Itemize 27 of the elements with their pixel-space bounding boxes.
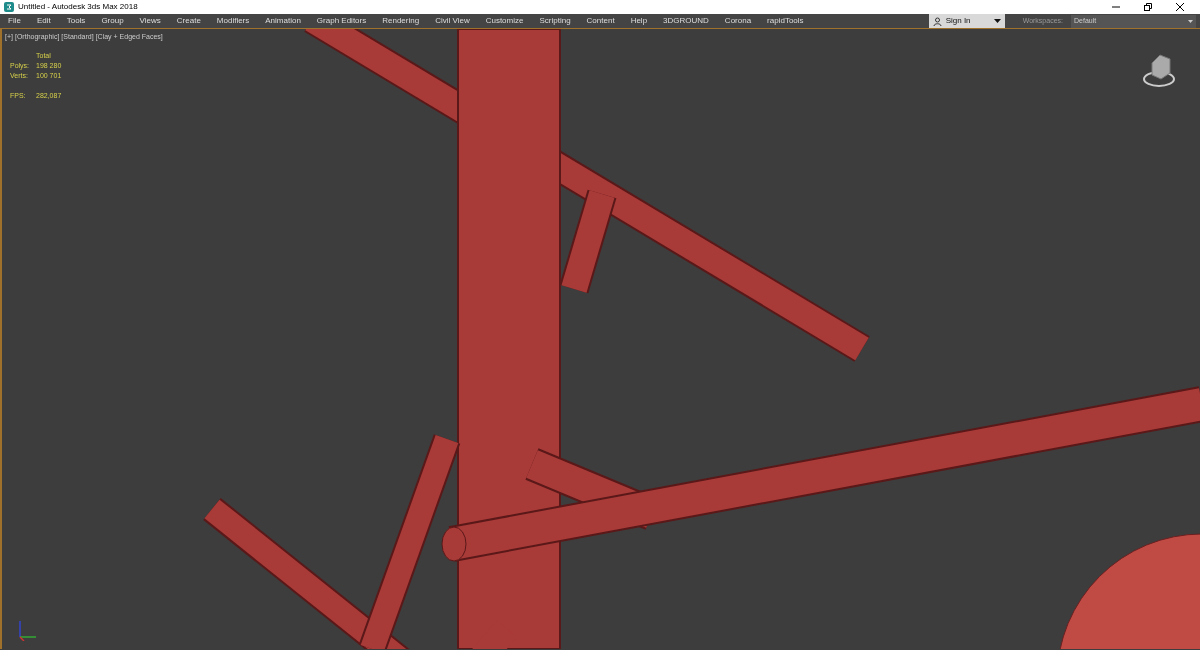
menu-item[interactable]: Animation bbox=[257, 14, 309, 28]
menu-item[interactable]: Views bbox=[131, 14, 169, 28]
menu-item[interactable]: File bbox=[0, 14, 29, 28]
menu-item[interactable]: Modifiers bbox=[208, 14, 258, 28]
menu-item[interactable]: Scripting bbox=[531, 14, 579, 28]
menu-item[interactable]: Graph Editors bbox=[308, 14, 375, 28]
user-icon bbox=[932, 16, 942, 26]
menu-item[interactable]: Tools bbox=[58, 14, 94, 28]
menu-item[interactable]: Content bbox=[578, 14, 623, 28]
caret-icon bbox=[1188, 19, 1193, 23]
menu-item[interactable]: Edit bbox=[28, 14, 59, 28]
menu-item[interactable]: Corona bbox=[716, 14, 760, 28]
sign-in-dropdown[interactable]: Sign In bbox=[928, 14, 1005, 28]
window-title: Untitled - Autodesk 3ds Max 2018 bbox=[18, 1, 138, 13]
menu-item[interactable]: Customize bbox=[477, 14, 532, 28]
menu-item[interactable]: Create bbox=[168, 14, 209, 28]
restore-icon[interactable] bbox=[1144, 3, 1152, 11]
axis-tripod-icon bbox=[16, 619, 38, 641]
menu-item[interactable]: Group bbox=[93, 14, 132, 28]
caret-icon bbox=[993, 19, 1001, 23]
menu-item[interactable]: Help bbox=[622, 14, 656, 28]
menu-item[interactable]: Rendering bbox=[374, 14, 428, 28]
minimize-icon[interactable] bbox=[1112, 3, 1120, 11]
menu-item[interactable]: rapidTools bbox=[759, 14, 812, 28]
menu-item[interactable]: 3DGROUND bbox=[655, 14, 717, 28]
close-icon[interactable] bbox=[1176, 3, 1184, 11]
menu-item[interactable]: Civil View bbox=[427, 14, 478, 28]
